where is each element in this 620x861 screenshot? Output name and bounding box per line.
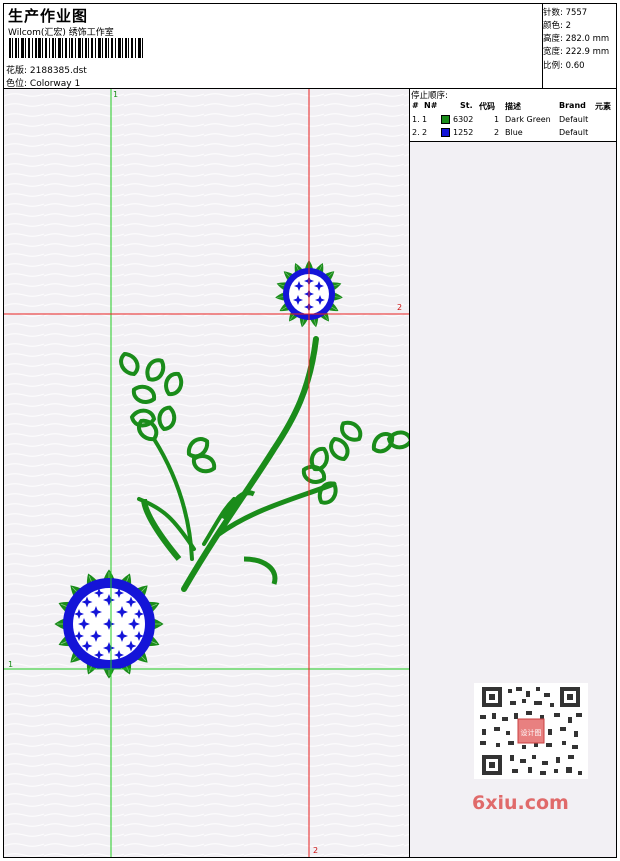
stop-sequence-title: 停止顺序: (411, 91, 448, 101)
guide-label-red-bottom: 2 (313, 846, 319, 855)
height-stat: 高度: 282.0 mm (543, 34, 610, 44)
large-flower (54, 569, 164, 679)
stitches-stat: 针数: 7557 (543, 8, 588, 18)
header-area: 生产作业图 Wilcom(汇宏) 绣饰工作室 花版: 2188385.dst 色… (4, 4, 616, 89)
design-canvas: 1 2 1 2 (4, 89, 410, 857)
scale-stat: 比例: 0.60 (543, 61, 585, 71)
col-header-brand: Brand (559, 101, 586, 110)
design-stats: 针数: 7557 颜色: 2 高度: 282.0 mm 宽度: 222.9 mm… (542, 4, 617, 88)
col-header-stitches: St. (460, 101, 473, 110)
col-header-code: 代码 (479, 102, 495, 111)
color-swatch (441, 128, 450, 137)
width-stat: 宽度: 222.9 mm (543, 47, 610, 57)
barcode (9, 38, 143, 58)
guide-label-green-left: 1 (8, 660, 14, 669)
production-worksheet: 生产作业图 Wilcom(汇宏) 绣饰工作室 花版: 2188385.dst 色… (3, 3, 617, 858)
stamp-text: 设计图 (521, 728, 542, 737)
stop-sequence-table: 停止顺序: # N# St. 代码 描述 Brand 元素 1. 1 6302 … (410, 89, 616, 142)
watermark: 6xiu.com (472, 792, 569, 814)
stop-sequence-panel: 停止顺序: # N# St. 代码 描述 Brand 元素 1. 1 6302 … (410, 89, 616, 857)
colors-stat: 颜色: 2 (543, 21, 571, 31)
company-name: Wilcom(汇宏) 绣饰工作室 (8, 28, 114, 38)
colorway: 色位: Colorway 1 (6, 79, 81, 89)
qr-code: 设计图 (474, 683, 588, 779)
guide-label-green-top: 1 (113, 90, 119, 99)
embroidery-design (4, 89, 409, 857)
col-header-description: 描述 (505, 102, 521, 111)
col-header-index: # (412, 101, 419, 110)
page-title: 生产作业图 (8, 7, 89, 25)
guide-label-red-right: 2 (397, 303, 403, 312)
color-swatch (441, 115, 450, 124)
col-header-number: N# (424, 101, 438, 110)
col-header-element: 元素 (595, 102, 611, 111)
design-file: 花版: 2188385.dst (6, 66, 87, 76)
